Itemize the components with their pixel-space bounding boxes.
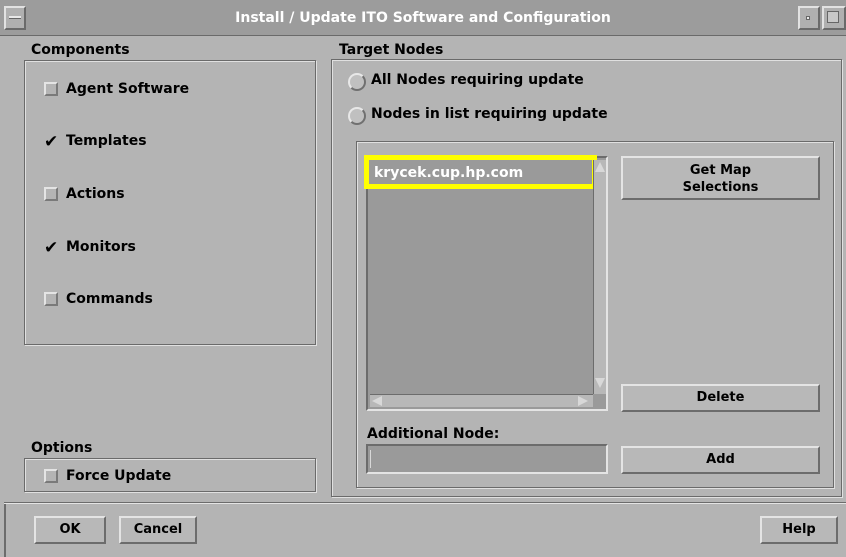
- checkbox-box: [44, 292, 58, 306]
- button-label-line2: Selections: [682, 180, 759, 195]
- actions-checkbox[interactable]: Actions: [44, 185, 244, 205]
- radio-button: [348, 73, 366, 91]
- help-button[interactable]: Help: [760, 516, 838, 544]
- commands-checkbox[interactable]: Commands: [44, 290, 244, 310]
- node-list-viewport: [370, 160, 592, 394]
- options-heading: Options: [31, 440, 93, 456]
- agent-software-checkbox[interactable]: Agent Software: [44, 80, 244, 100]
- scroll-left-arrow-icon[interactable]: [372, 396, 382, 406]
- radio-button: [348, 107, 366, 125]
- actions-label: Actions: [66, 186, 125, 202]
- button-label-line1: Get Map: [689, 163, 752, 178]
- all-nodes-radio[interactable]: All Nodes requiring update: [348, 71, 608, 93]
- components-heading: Components: [31, 42, 130, 58]
- minimize-icon: [806, 16, 810, 20]
- all-nodes-label: All Nodes requiring update: [371, 72, 584, 88]
- checkbox-box: [44, 469, 58, 483]
- window-title: Install / Update ITO Software and Config…: [235, 10, 611, 26]
- force-update-checkbox[interactable]: Force Update: [44, 467, 244, 487]
- list-item[interactable]: krycek.cup.hp.com: [374, 165, 523, 181]
- checkmark-icon: ✔: [44, 238, 59, 258]
- ok-button[interactable]: OK: [34, 516, 106, 544]
- horizontal-scrollbar[interactable]: [370, 394, 593, 407]
- scroll-down-arrow-icon[interactable]: [595, 378, 605, 388]
- checkbox-box: [44, 187, 58, 201]
- templates-label: Templates: [66, 133, 147, 149]
- target-nodes-heading: Target Nodes: [339, 42, 444, 58]
- nodes-in-list-radio[interactable]: Nodes in list requiring update: [348, 105, 628, 127]
- maximize-icon: [827, 11, 839, 23]
- minimize-button[interactable]: [798, 6, 820, 30]
- force-update-label: Force Update: [66, 468, 172, 484]
- scroll-right-arrow-icon[interactable]: [578, 396, 588, 406]
- vertical-scrollbar[interactable]: [593, 160, 606, 394]
- text-cursor: [370, 450, 371, 468]
- cancel-button[interactable]: Cancel: [119, 516, 197, 544]
- checkmark-icon: ✔: [44, 132, 59, 152]
- maximize-button[interactable]: [822, 6, 846, 30]
- templates-checkbox[interactable]: ✔ Templates: [44, 132, 244, 152]
- additional-node-input[interactable]: [366, 444, 608, 474]
- nodes-in-list-label: Nodes in list requiring update: [371, 106, 608, 122]
- get-map-selections-button[interactable]: Get Map Selections: [621, 156, 820, 200]
- delete-button[interactable]: Delete: [621, 384, 820, 412]
- footer-separator: [4, 502, 846, 504]
- additional-node-label: Additional Node:: [367, 426, 500, 442]
- agent-software-label: Agent Software: [66, 81, 190, 97]
- footer-left-edge: [4, 504, 6, 557]
- scroll-up-arrow-icon[interactable]: [595, 162, 605, 172]
- add-button[interactable]: Add: [621, 446, 820, 474]
- checkbox-box: [44, 82, 58, 96]
- monitors-label: Monitors: [66, 239, 136, 255]
- monitors-checkbox[interactable]: ✔ Monitors: [44, 238, 244, 258]
- commands-label: Commands: [66, 291, 153, 307]
